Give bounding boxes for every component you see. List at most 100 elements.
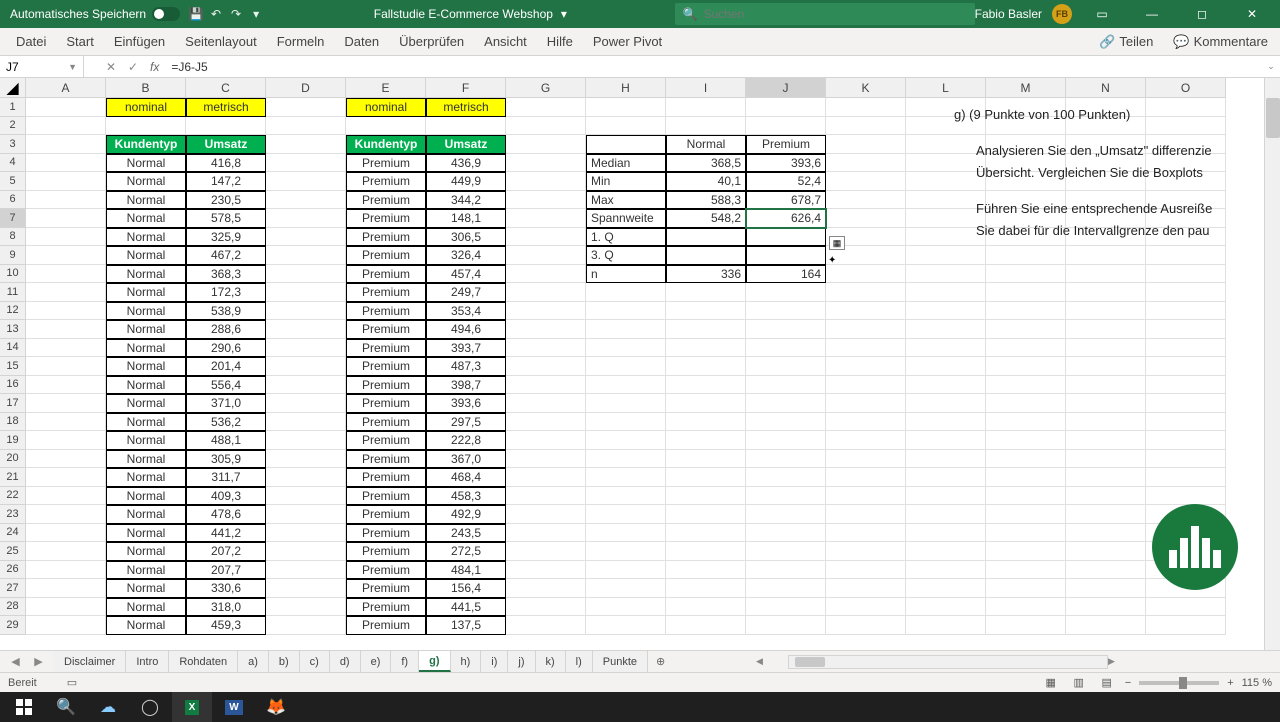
cell[interactable] [826,191,906,210]
cell[interactable] [746,431,826,450]
cell[interactable] [266,228,346,247]
tab-next-icon[interactable]: ▶ [34,655,42,668]
horizontal-scrollbar[interactable] [788,655,1108,669]
cell[interactable] [666,320,746,339]
cell[interactable]: Premium [346,209,426,228]
cell[interactable]: nominal [106,98,186,117]
cell[interactable] [986,505,1066,524]
col-header-O[interactable]: O [1146,78,1226,98]
cell[interactable] [1146,450,1226,469]
cell[interactable] [746,468,826,487]
cell[interactable] [106,117,186,136]
cell[interactable] [586,561,666,580]
ribbon-tab-seitenlayout[interactable]: Seitenlayout [175,28,267,55]
cell[interactable] [26,98,106,117]
cell[interactable] [506,283,586,302]
cell[interactable]: Normal [106,524,186,543]
row-header-13[interactable]: 13 [0,320,26,339]
cell[interactable] [826,598,906,617]
cell[interactable] [666,246,746,265]
cell[interactable]: Premium [346,265,426,284]
name-box[interactable]: J7 ▼ [0,56,84,77]
cell[interactable] [506,542,586,561]
cell[interactable] [986,487,1066,506]
cell[interactable] [986,302,1066,321]
cell[interactable] [666,283,746,302]
cell[interactable] [506,468,586,487]
cell[interactable] [26,357,106,376]
cell[interactable] [826,524,906,543]
cell[interactable] [746,598,826,617]
cell[interactable] [826,283,906,302]
toggle-switch[interactable] [152,7,180,21]
cell[interactable] [1146,413,1226,432]
ribbon-tab-ansicht[interactable]: Ansicht [474,28,537,55]
row-header-22[interactable]: 22 [0,487,26,506]
hscroll-right-icon[interactable]: ▶ [1108,656,1120,667]
cell[interactable]: 148,1 [426,209,506,228]
cell[interactable]: Spannweite [586,209,666,228]
cell[interactable]: Normal [106,450,186,469]
cell[interactable]: 556,4 [186,376,266,395]
cell[interactable] [266,320,346,339]
cell[interactable] [26,394,106,413]
cell[interactable]: 458,3 [426,487,506,506]
cell[interactable] [666,339,746,358]
formula-cancel-icon[interactable]: ✕ [100,56,122,77]
cell[interactable] [266,357,346,376]
ribbon-tab-einfügen[interactable]: Einfügen [104,28,175,55]
row-header-21[interactable]: 21 [0,468,26,487]
cell[interactable] [826,357,906,376]
col-header-D[interactable]: D [266,78,346,98]
cell[interactable] [1146,265,1226,284]
cell[interactable] [26,320,106,339]
cell[interactable] [1066,376,1146,395]
cell[interactable] [266,283,346,302]
file-dropdown-icon[interactable]: ▾ [561,7,567,21]
sheet-tab-l[interactable]: l) [566,651,593,672]
cell[interactable] [826,302,906,321]
cell[interactable]: 330,6 [186,579,266,598]
task-app-1[interactable]: ☁ [88,692,128,722]
cell[interactable] [26,450,106,469]
cell[interactable] [266,450,346,469]
cell[interactable]: 678,7 [746,191,826,210]
firefox-task-icon[interactable]: 🦊 [256,692,296,722]
cell[interactable]: 468,4 [426,468,506,487]
sheet-tab-j[interactable]: j) [508,651,535,672]
close-button[interactable]: ✕ [1232,0,1272,28]
cell[interactable] [746,117,826,136]
zoom-thumb[interactable] [1179,677,1187,689]
cell[interactable] [506,191,586,210]
cell[interactable] [506,228,586,247]
minimize-button[interactable]: — [1132,0,1172,28]
ribbon-tab-power pivot[interactable]: Power Pivot [583,28,672,55]
cell[interactable]: Premium [346,413,426,432]
cell[interactable]: 3. Q [586,246,666,265]
cell[interactable] [586,487,666,506]
cell[interactable]: Normal [106,505,186,524]
sheet-tab-Intro[interactable]: Intro [126,651,169,672]
sheet-tab-Disclaimer[interactable]: Disclaimer [54,651,126,672]
cell[interactable] [666,598,746,617]
cell[interactable] [1146,616,1226,635]
cell[interactable]: 459,3 [186,616,266,635]
cell[interactable]: Premium [346,172,426,191]
vscroll-thumb[interactable] [1266,98,1280,138]
cell[interactable] [986,320,1066,339]
cell[interactable] [586,468,666,487]
cell[interactable] [506,246,586,265]
cell[interactable]: Premium [346,616,426,635]
cell[interactable] [26,487,106,506]
cell[interactable] [586,320,666,339]
cell[interactable] [906,616,986,635]
cell[interactable] [506,376,586,395]
cell[interactable] [266,339,346,358]
ribbon-mode-icon[interactable]: ▭ [1082,0,1122,28]
cell[interactable] [266,505,346,524]
cell[interactable] [986,450,1066,469]
cell[interactable]: 353,4 [426,302,506,321]
cell[interactable] [266,265,346,284]
zoom-in-icon[interactable]: + [1227,677,1233,689]
cell[interactable] [746,450,826,469]
